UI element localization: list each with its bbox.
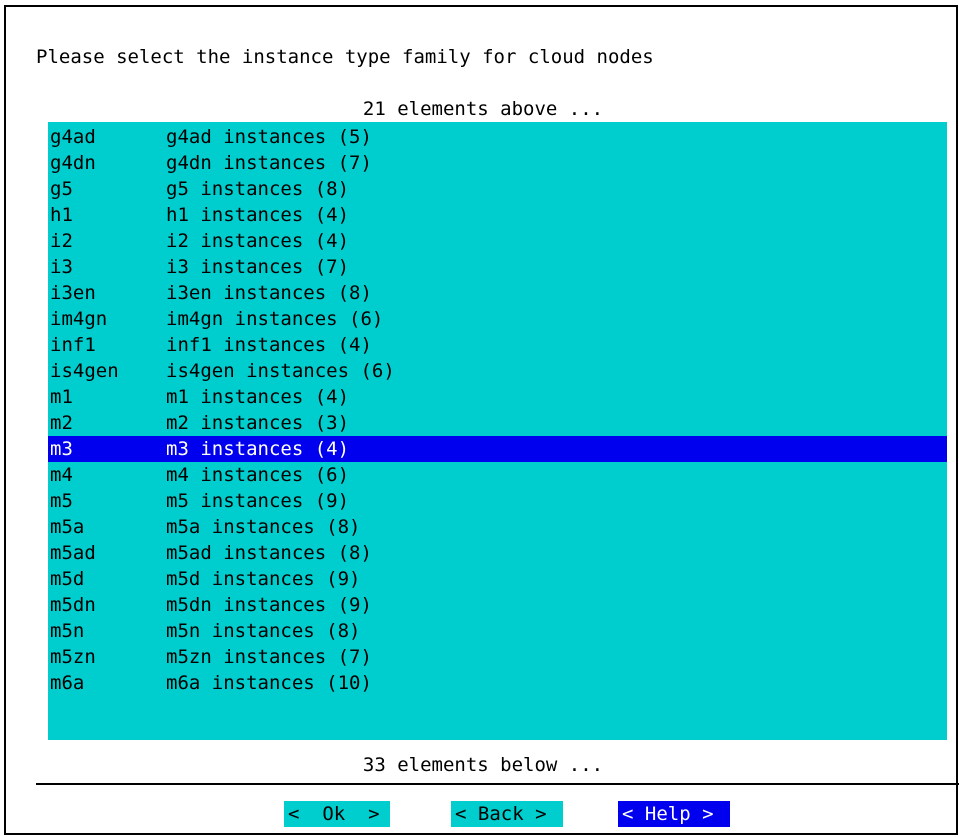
list-item-key: i3 <box>50 256 73 278</box>
list-item-key: m6a <box>50 672 85 694</box>
list-item-description: i3 instances (7) <box>166 256 350 278</box>
list-item[interactable]: i3 i3 instances (7) <box>48 254 947 280</box>
list-item[interactable]: i3en i3en instances (8) <box>48 280 947 306</box>
list-item-description: m2 instances (3) <box>166 412 350 434</box>
list-item[interactable]: inf1 inf1 instances (4) <box>48 332 947 358</box>
list-item-key: m5n <box>50 620 85 642</box>
list-item[interactable]: m5n m5n instances (8) <box>48 618 947 644</box>
list-item-description: is4gen instances (6) <box>166 360 395 382</box>
list-item-description: m5a instances (8) <box>166 516 361 538</box>
list-item-key: im4gn <box>50 308 108 330</box>
list-item[interactable]: im4gn im4gn instances (6) <box>48 306 947 332</box>
list-item[interactable]: g4dn g4dn instances (7) <box>48 150 947 176</box>
list-item-description: m3 instances (4) <box>166 438 350 460</box>
list-item-key: m5a <box>50 516 85 538</box>
ok-button[interactable]: < Ok > <box>284 801 390 827</box>
list-item-key: i3en <box>50 282 96 304</box>
list-item[interactable]: m2 m2 instances (3) <box>48 410 947 436</box>
list-item[interactable]: m5d m5d instances (9) <box>48 566 947 592</box>
back-button[interactable]: < Back > <box>451 801 563 827</box>
list-item-description: m5ad instances (8) <box>166 542 372 564</box>
list-item[interactable]: i2 i2 instances (4) <box>48 228 947 254</box>
list-item-description: g4dn instances (7) <box>166 152 372 174</box>
help-button[interactable]: < Help > <box>618 801 730 827</box>
dialog-box: Please select the instance type family f… <box>4 5 959 835</box>
list-item-key: m4 <box>50 464 73 486</box>
list-item-description: m6a instances (10) <box>166 672 372 694</box>
list-item-key: m5zn <box>50 646 96 668</box>
list-item-key: g4dn <box>50 152 96 174</box>
elements-above-indicator: 21 elements above ... <box>362 98 604 120</box>
list-item-description: m1 instances (4) <box>166 386 350 408</box>
list-item-key: is4gen <box>50 360 119 382</box>
list-item-key: m5ad <box>50 542 96 564</box>
list-item[interactable]: m6a m6a instances (10) <box>48 670 947 696</box>
list-item-description: i2 instances (4) <box>166 230 350 252</box>
list-item[interactable]: m5dn m5dn instances (9) <box>48 592 947 618</box>
list-item[interactable]: m5ad m5ad instances (8) <box>48 540 947 566</box>
list-item-key: m2 <box>50 412 73 434</box>
list-item-description: im4gn instances (6) <box>166 308 384 330</box>
list-item[interactable]: m1 m1 instances (4) <box>48 384 947 410</box>
list-item-description: m4 instances (6) <box>166 464 350 486</box>
list-item-description: m5 instances (9) <box>166 490 350 512</box>
list-item[interactable]: m5 m5 instances (9) <box>48 488 947 514</box>
list-item-key: inf1 <box>50 334 96 356</box>
list-item-description: g5 instances (8) <box>166 178 350 200</box>
list-item-description: m5n instances (8) <box>166 620 361 642</box>
list-item-description: h1 instances (4) <box>166 204 350 226</box>
list-item-description: m5zn instances (7) <box>166 646 372 668</box>
list-item-description: i3en instances (8) <box>166 282 372 304</box>
list-item-key: m5 <box>50 490 73 512</box>
list-item[interactable]: g5 g5 instances (8) <box>48 176 947 202</box>
list-item-key: i2 <box>50 230 73 252</box>
list-item-key: m1 <box>50 386 73 408</box>
instance-family-list[interactable]: g4ad g4ad instances (5) g4dn g4dn instances… <box>48 122 947 740</box>
list-item-description: m5d instances (9) <box>166 568 361 590</box>
list-item[interactable]: h1 h1 instances (4) <box>48 202 947 228</box>
list-item-key: h1 <box>50 204 73 226</box>
dialog-prompt: Please select the instance type family f… <box>36 46 654 68</box>
list-item[interactable]: g4ad g4ad instances (5) <box>48 124 947 150</box>
list-item-description: inf1 instances (4) <box>166 334 372 356</box>
list-item-key: g4ad <box>50 126 96 148</box>
button-divider <box>36 783 959 785</box>
list-item-key: m5d <box>50 568 85 590</box>
list-item[interactable]: m4 m4 instances (6) <box>48 462 947 488</box>
list-item[interactable]: is4gen is4gen instances (6) <box>48 358 947 384</box>
list-item-description: g4ad instances (5) <box>166 126 372 148</box>
list-item-description: m5dn instances (9) <box>166 594 372 616</box>
list-item[interactable]: m5zn m5zn instances (7) <box>48 644 947 670</box>
list-item[interactable]: m5a m5a instances (8) <box>48 514 947 540</box>
list-item-key: g5 <box>50 178 73 200</box>
list-item[interactable]: m3 m3 instances (4) <box>48 436 947 462</box>
list-item-key: m5dn <box>50 594 96 616</box>
list-item-key: m3 <box>50 438 73 460</box>
elements-below-indicator: 33 elements below ... <box>362 754 604 776</box>
